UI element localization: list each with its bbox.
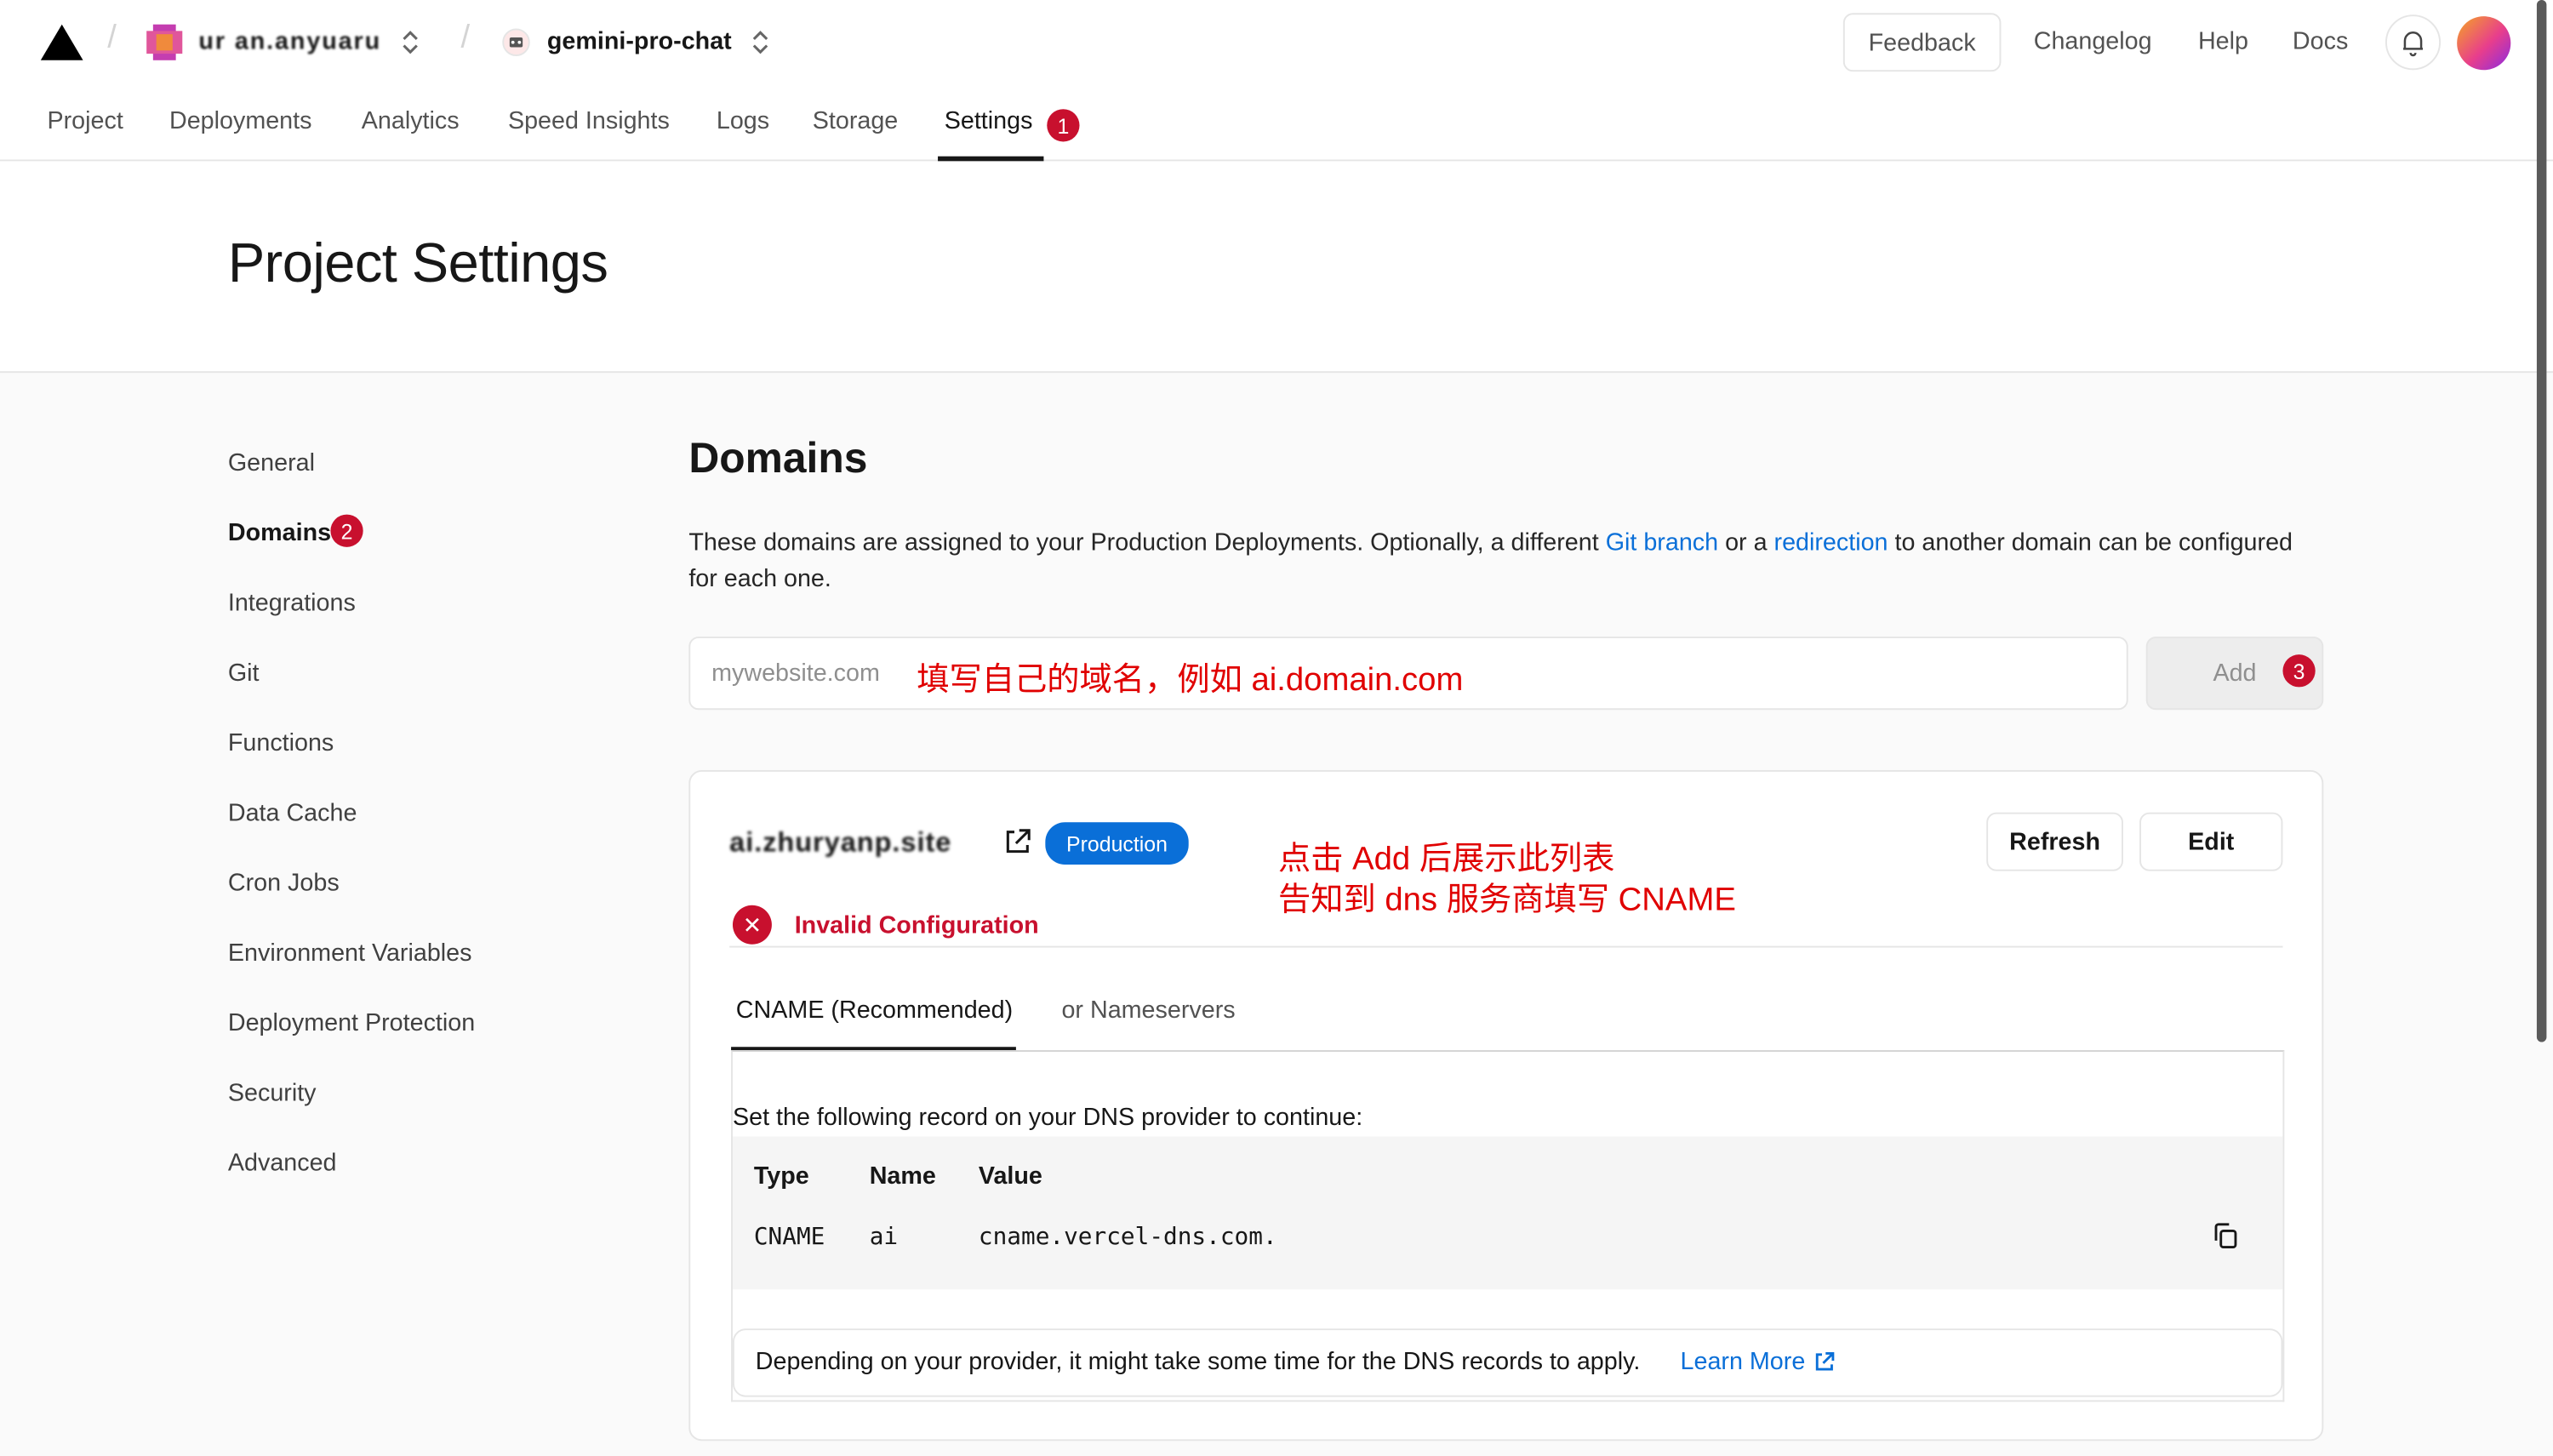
copy-icon[interactable] <box>2211 1221 2240 1250</box>
redirection-link[interactable]: redirection <box>1774 529 1888 557</box>
record-value: cname.vercel-dns.com. <box>978 1224 1277 1251</box>
domain-name[interactable]: ai.zhuryanp.site <box>729 827 951 859</box>
sidebar-item-security[interactable]: Security <box>228 1080 317 1108</box>
app-window: / ur an.anyuaru / gemini-pro-chat Feedba… <box>0 0 2553 1456</box>
breadcrumb-separator: / <box>107 19 117 56</box>
domain-input-placeholder: mywebsite.com <box>711 659 880 688</box>
dns-instruction: Set the following record on your DNS pro… <box>732 1104 1363 1132</box>
sidebar-item-general[interactable]: General <box>228 449 315 477</box>
changelog-link[interactable]: Changelog <box>2034 28 2152 56</box>
notifications-button[interactable] <box>2385 14 2442 71</box>
tab-storage[interactable]: Storage <box>813 107 899 135</box>
tab-speed-insights[interactable]: Speed Insights <box>508 107 670 135</box>
section-title: Domains <box>688 432 868 482</box>
column-header-type: Type <box>753 1162 809 1190</box>
sidebar-item-integrations[interactable]: Integrations <box>228 590 356 618</box>
vercel-logo-icon[interactable] <box>39 23 85 62</box>
sidebar-item-data-cache[interactable]: Data Cache <box>228 799 357 827</box>
dns-record-panel: Set the following record on your DNS pro… <box>731 1050 2285 1402</box>
team-avatar-icon[interactable] <box>145 23 184 62</box>
annotation-badge-1: 1 <box>1047 109 1080 142</box>
annotation-badge-2: 2 <box>330 514 363 547</box>
external-link-icon[interactable] <box>1813 1350 1837 1374</box>
tab-analytics[interactable]: Analytics <box>362 107 460 135</box>
tab-project[interactable]: Project <box>47 107 123 135</box>
annotation-list-note-1: 点击 Add 后展示此列表 <box>1277 842 1615 878</box>
tab-settings[interactable]: Settings <box>945 107 1033 135</box>
description-text: or a <box>1718 528 1774 557</box>
tab-deployments[interactable]: Deployments <box>169 107 312 135</box>
project-name[interactable]: gemini-pro-chat <box>547 28 732 56</box>
user-avatar[interactable] <box>2457 16 2511 71</box>
description-text: These domains are assigned to your Produ… <box>688 528 1606 557</box>
docs-link[interactable]: Docs <box>2293 28 2348 56</box>
dns-record-table: Type Name Value CNAME ai cname.vercel-dn… <box>732 1136 2283 1290</box>
sidebar-item-environment-variables[interactable]: Environment Variables <box>228 939 472 968</box>
add-button-label: Add <box>2213 659 2257 688</box>
column-header-value: Value <box>978 1162 1042 1190</box>
team-switcher-icon[interactable] <box>401 28 420 57</box>
feedback-button[interactable]: Feedback <box>1842 13 2002 72</box>
sidebar-item-domains[interactable]: Domains <box>228 519 331 547</box>
record-name: ai <box>869 1224 899 1251</box>
learn-more-link[interactable]: Learn More <box>1681 1348 1806 1376</box>
refresh-button[interactable]: Refresh <box>1986 812 2123 871</box>
top-bar: / ur an.anyuaru / gemini-pro-chat Feedba… <box>0 0 2553 162</box>
project-switcher-icon[interactable] <box>751 28 770 57</box>
tab-cname[interactable]: CNAME (Recommended) <box>736 996 1013 1025</box>
propagation-note-text: Depending on your provider, it might tak… <box>755 1348 1641 1376</box>
sidebar-item-deployment-protection[interactable]: Deployment Protection <box>228 1009 475 1037</box>
breadcrumb-separator: / <box>460 19 471 56</box>
bell-icon <box>2403 31 2423 57</box>
sidebar-item-functions[interactable]: Functions <box>228 729 334 757</box>
status-invalid-configuration: Invalid Configuration <box>794 911 1039 939</box>
page-header: Project Settings <box>0 161 2553 374</box>
annotation-list-note-2: 告知到 dns 服务商填写 CNAME <box>1277 882 1736 919</box>
domain-card: ai.zhuryanp.site Production 点击 Add 后展示此列… <box>688 769 2324 1442</box>
git-branch-link[interactable]: Git branch <box>1606 529 1718 557</box>
team-name[interactable]: ur an.anyuaru <box>198 28 381 56</box>
record-type: CNAME <box>753 1224 825 1251</box>
divider <box>729 945 2283 948</box>
domain-input[interactable]: mywebsite.com 填写自己的域名，例如 ai.domain.com <box>688 637 2128 711</box>
edit-button[interactable]: Edit <box>2139 812 2283 871</box>
tab-logs[interactable]: Logs <box>717 107 769 135</box>
page-scrollbar[interactable] <box>2536 0 2547 1042</box>
sidebar-item-git[interactable]: Git <box>228 659 260 688</box>
external-link-icon[interactable] <box>1002 825 1034 858</box>
tab-nameservers[interactable]: or Nameservers <box>1061 996 1235 1025</box>
project-icon <box>502 28 530 57</box>
domains-description: These domains are assigned to your Produ… <box>688 526 2300 597</box>
help-link[interactable]: Help <box>2198 28 2248 56</box>
sidebar-item-cron-jobs[interactable]: Cron Jobs <box>228 870 340 898</box>
annotation-badge-3: 3 <box>2282 654 2316 688</box>
annotation-input-note: 填写自己的域名，例如 ai.domain.com <box>917 662 1464 699</box>
sidebar-item-advanced[interactable]: Advanced <box>228 1150 337 1178</box>
page-title: Project Settings <box>227 232 608 295</box>
propagation-note: Depending on your provider, it might tak… <box>732 1328 2283 1397</box>
production-badge: Production <box>1045 822 1189 865</box>
error-x-icon: ✕ <box>732 905 772 945</box>
column-header-name: Name <box>869 1162 936 1190</box>
